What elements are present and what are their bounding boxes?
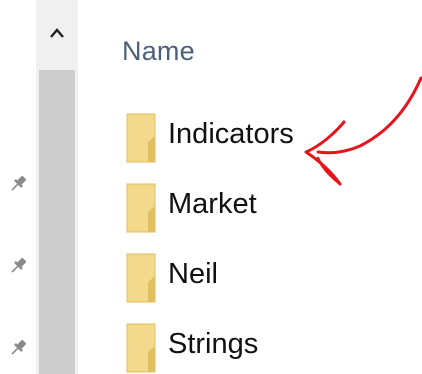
column-header-name[interactable]: Name xyxy=(122,36,195,67)
file-name: Indicators xyxy=(168,118,294,150)
file-name: Market xyxy=(168,188,257,220)
pin-icon[interactable] xyxy=(6,254,30,278)
scroll-thumb[interactable] xyxy=(39,70,75,374)
list-item[interactable]: Market xyxy=(126,182,356,234)
folder-icon xyxy=(126,322,158,374)
folder-icon xyxy=(126,112,158,164)
file-name: Neil xyxy=(168,258,218,290)
list-item[interactable]: Neil xyxy=(126,252,356,304)
scroll-up-button[interactable] xyxy=(36,0,78,70)
file-name: Strings xyxy=(168,328,259,360)
list-item[interactable]: Strings xyxy=(126,322,356,374)
navigation-pane xyxy=(0,0,36,374)
pin-icon[interactable] xyxy=(6,336,30,360)
file-list: Name Indicators Market Neil Strings xyxy=(78,0,422,374)
folder-icon xyxy=(126,182,158,234)
list-item[interactable]: Indicators xyxy=(126,112,356,164)
chevron-up-icon xyxy=(50,28,64,38)
pin-icon[interactable] xyxy=(6,172,30,196)
folder-icon xyxy=(126,252,158,304)
file-explorer-window: Name Indicators Market Neil Strings xyxy=(0,0,422,374)
vertical-scrollbar[interactable] xyxy=(36,0,78,374)
